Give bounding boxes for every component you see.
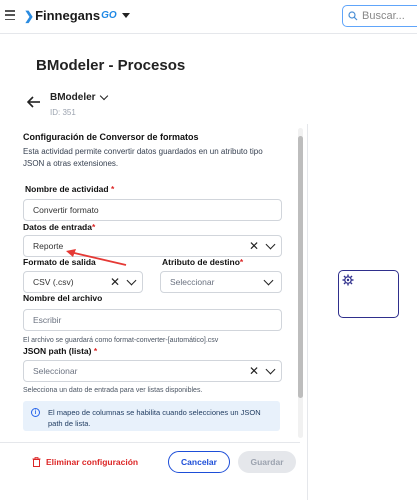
process-selector[interactable]: BModeler	[50, 91, 108, 103]
input-data-label-text: Datos de entrada	[23, 222, 92, 232]
clear-icon[interactable]: ✕	[249, 364, 259, 378]
panel-scrollbar[interactable]	[298, 128, 303, 438]
annotation-arrow	[66, 249, 127, 266]
output-format-select[interactable]: CSV (.csv) ✕	[23, 271, 143, 293]
info-message: El mapeo de columnas se habilita cuando …	[48, 408, 261, 428]
json-path-label: JSON path (lista) *	[23, 346, 97, 356]
top-bar: ❯ Finnegans GO Buscar...	[0, 0, 417, 34]
cancel-button[interactable]: Cancelar	[168, 451, 230, 473]
required-mark: *	[91, 222, 96, 232]
required-mark: *	[93, 346, 98, 356]
process-name: BModeler	[50, 92, 96, 103]
config-title: Configuración de Conversor de formatos	[23, 132, 199, 142]
chevron-down-icon	[99, 91, 108, 101]
trash-icon	[32, 457, 41, 467]
chevron-down-icon[interactable]	[265, 239, 276, 250]
search-placeholder: Buscar...	[362, 10, 405, 22]
chevron-down-icon[interactable]	[121, 13, 130, 18]
activity-name-field[interactable]: Convertir formato	[23, 199, 282, 221]
save-button[interactable]: Guardar	[238, 451, 296, 473]
chevron-down-icon[interactable]	[126, 275, 137, 286]
config-description: Esta actividad permite convertir datos g…	[23, 147, 263, 168]
brand-chevron-icon: ❯	[24, 8, 35, 23]
json-path-label-text: JSON path (lista)	[23, 346, 92, 356]
target-attribute-label-text: Atributo de destino	[162, 257, 240, 267]
search-icon	[348, 11, 358, 21]
input-data-label: Datos de entrada*	[23, 222, 95, 232]
file-name-label: Nombre del archivo	[23, 293, 103, 303]
process-id: ID: 351	[50, 108, 76, 117]
clear-icon[interactable]: ✕	[110, 275, 120, 289]
file-name-hint: El archivo se guardará como format-conve…	[23, 337, 219, 344]
json-path-placeholder: Seleccionar	[33, 366, 78, 376]
target-attribute-select[interactable]: Seleccionar	[160, 271, 282, 293]
file-name-input[interactable]: Escribir	[23, 309, 282, 331]
json-path-hint: Selecciona un dato de entrada para ver l…	[23, 387, 203, 394]
chevron-down-icon[interactable]	[265, 364, 276, 375]
page-title: BModeler - Procesos	[36, 57, 186, 74]
back-arrow-icon[interactable]	[27, 96, 41, 108]
clear-icon[interactable]: ✕	[249, 239, 259, 253]
target-attribute-label: Atributo de destino*	[162, 257, 243, 267]
brand-logo[interactable]: ❯ Finnegans GO	[24, 8, 130, 23]
target-attribute-placeholder: Seleccionar	[170, 277, 215, 287]
required-mark: *	[239, 257, 244, 267]
activity-name-value: Convertir formato	[33, 205, 99, 215]
delete-config-button[interactable]: Eliminar configuración	[32, 457, 138, 467]
json-path-select[interactable]: Seleccionar ✕	[23, 360, 282, 382]
config-panel: Configuración de Conversor de formatos E…	[21, 124, 308, 438]
activity-name-label-text: Nombre de actividad	[25, 184, 109, 194]
delete-config-label: Eliminar configuración	[46, 457, 139, 467]
info-banner: i El mapeo de columnas se habilita cuand…	[23, 401, 280, 431]
process-node[interactable]	[338, 270, 399, 318]
required-mark: *	[110, 184, 115, 194]
gear-icon	[342, 274, 354, 286]
file-name-placeholder: Escribir	[33, 315, 62, 325]
info-icon: i	[31, 408, 40, 417]
panel-footer: Eliminar configuración Cancelar Guardar	[0, 442, 300, 482]
brand-suffix: GO	[101, 10, 117, 21]
search-input[interactable]: Buscar...	[342, 5, 417, 27]
menu-icon[interactable]	[5, 10, 15, 20]
chevron-down-icon[interactable]	[263, 275, 274, 286]
input-data-value: Reporte	[33, 241, 64, 251]
activity-name-label: Nombre de actividad *	[25, 184, 114, 194]
output-format-value: CSV (.csv)	[33, 277, 74, 287]
brand-name: Finnegans	[35, 8, 101, 23]
scrollbar-thumb[interactable]	[298, 136, 303, 398]
